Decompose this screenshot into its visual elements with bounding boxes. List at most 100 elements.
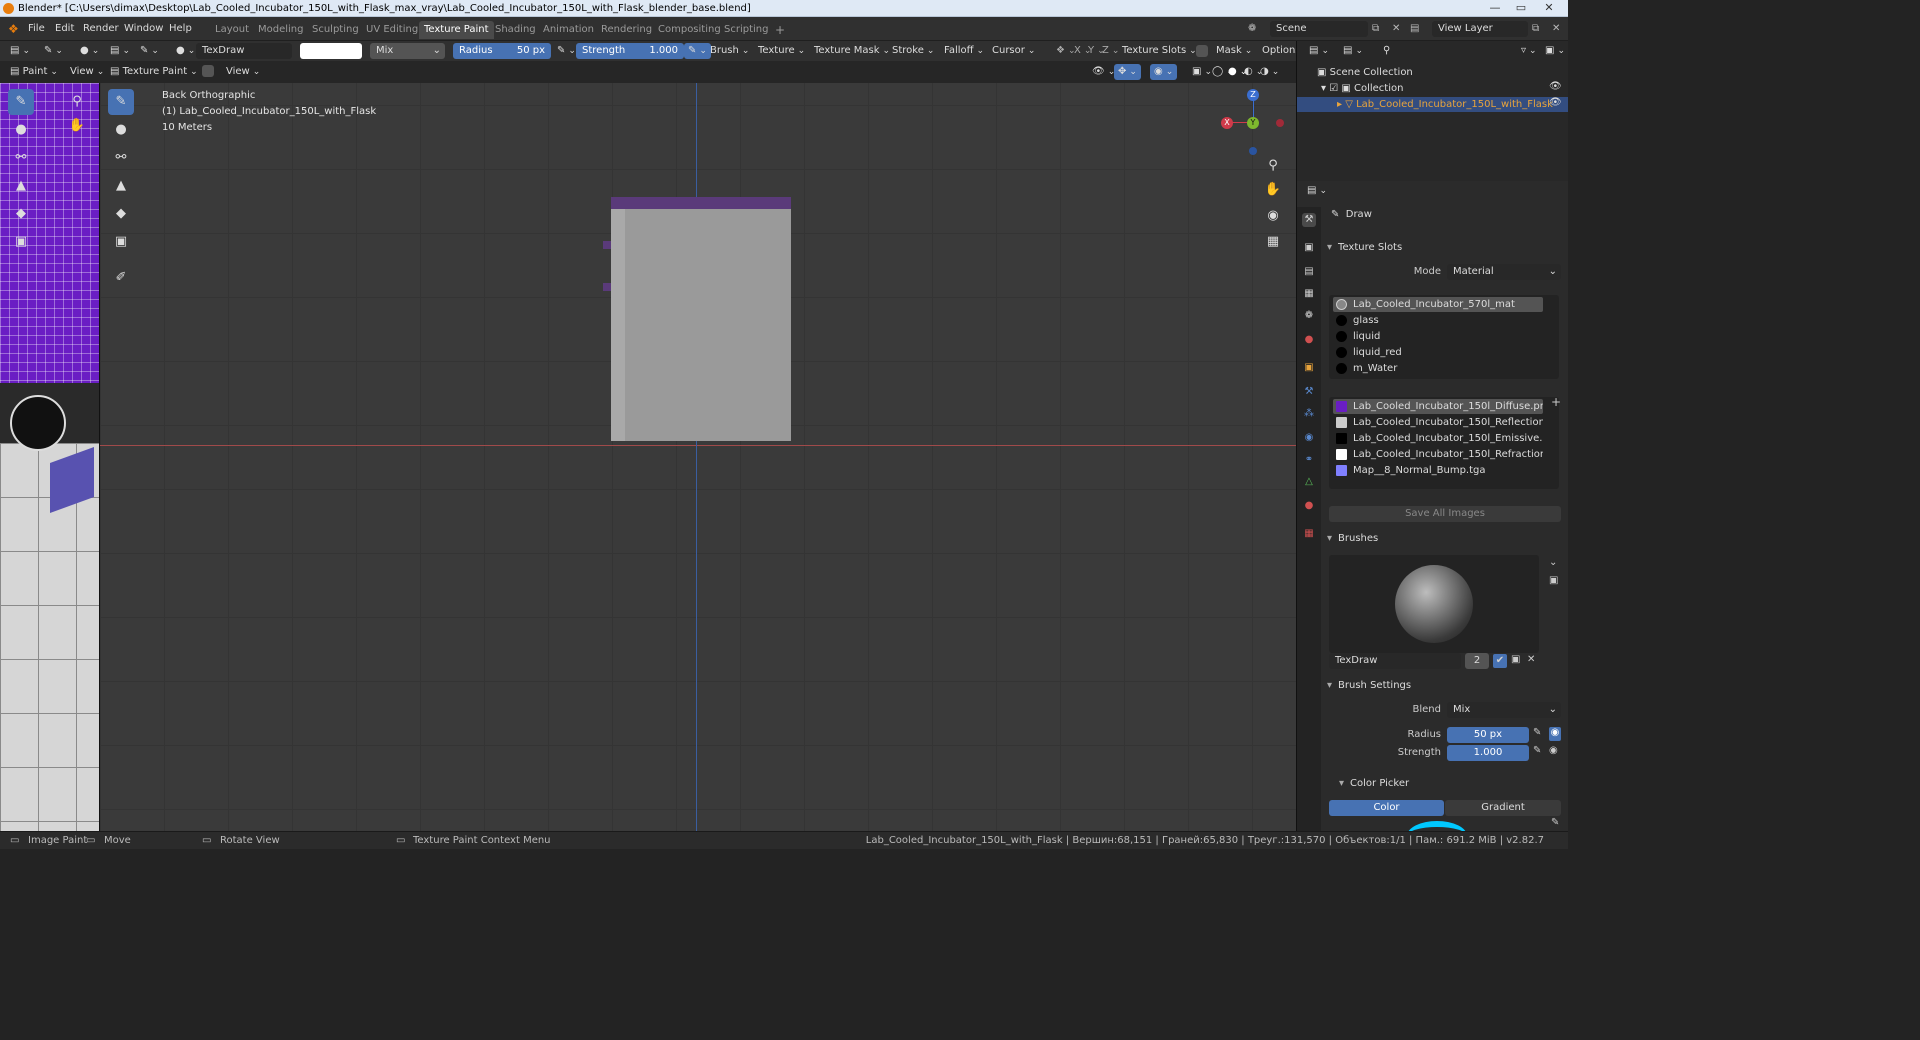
brushes-panel-header[interactable]: Brushes (1327, 533, 1378, 544)
gizmo-x-axis[interactable]: X (1221, 117, 1233, 129)
mask-popover[interactable]: Mask (1212, 43, 1256, 59)
menu-stroke[interactable]: Stroke (888, 43, 938, 59)
paint-mode-icon[interactable]: ▤ (106, 43, 134, 59)
menu-texture[interactable]: Texture (754, 43, 809, 59)
color-tab[interactable]: Color (1329, 800, 1444, 816)
menu-falloff[interactable]: Falloff (940, 43, 988, 59)
pan-view-icon[interactable]: ✋ (1262, 179, 1284, 201)
tab-scene-icon[interactable]: ❁ (1302, 309, 1316, 323)
menu-texture-mask[interactable]: Texture Mask (810, 43, 894, 59)
vp-tool-smear-icon[interactable]: ⚯ (108, 145, 134, 171)
tool-mask-icon[interactable]: ▣ (8, 229, 34, 255)
new-collection-icon[interactable]: ▣ (1545, 43, 1565, 59)
close-button[interactable]: ✕ (1536, 1, 1562, 15)
menu-file[interactable]: File (28, 21, 45, 37)
tab-data-icon[interactable]: △ (1302, 475, 1316, 489)
tool-draw-icon[interactable]: ✎ (8, 89, 34, 115)
vp-tool-annotate-icon[interactable]: ✐ (108, 265, 134, 291)
list-item[interactable]: Lab_Cooled_Incubator_570l_mat (1333, 297, 1543, 312)
vp-tool-fill-icon[interactable]: ◆ (108, 201, 134, 227)
navigation-gizmo[interactable]: Z Y X (1221, 89, 1288, 155)
list-item[interactable]: Lab_Cooled_Incubator_150l_Refraction_in.… (1333, 447, 1543, 462)
tab-uv-editing[interactable]: UV Editing (361, 21, 423, 39)
list-item[interactable]: Map__8_Normal_Bump.tga (1333, 463, 1543, 478)
scene-icon[interactable]: ❁ (1248, 21, 1256, 37)
editor-type-icon[interactable]: ▤ (6, 43, 34, 59)
tab-sculpting[interactable]: Sculpting (307, 21, 364, 39)
gizmo-toggle-icon[interactable]: ✥ (1114, 64, 1141, 80)
tab-shading[interactable]: Shading (490, 21, 541, 39)
tab-rendering[interactable]: Rendering (596, 21, 657, 39)
tool-soften-icon[interactable]: ● (8, 117, 34, 143)
delete-view-layer-icon[interactable]: ✕ (1552, 21, 1560, 37)
texture-slots-panel-header[interactable]: Texture Slots (1327, 242, 1402, 253)
menu-edit[interactable]: Edit (55, 21, 74, 37)
tab-modifiers-icon[interactable]: ⚒ (1302, 385, 1316, 399)
outliner-display-icon[interactable]: ▤ (1339, 43, 1367, 59)
gizmo-z-axis[interactable]: Z (1247, 89, 1259, 101)
gizmo-neg-x[interactable] (1276, 119, 1284, 127)
radius-pressure-icon[interactable]: ✎ (1533, 727, 1541, 738)
mask-checkbox[interactable] (1196, 45, 1208, 57)
tab-texture-icon[interactable]: ▦ (1302, 527, 1316, 541)
view-layer-icon[interactable]: ▤ (1410, 21, 1419, 37)
new-view-layer-icon[interactable]: ⧉ (1532, 21, 1539, 37)
tab-world-icon[interactable]: ● (1302, 333, 1316, 347)
outliner-object-row[interactable]: ▸ ▽ Lab_Cooled_Incubator_150L_with_Flask (1297, 97, 1568, 112)
menu-window[interactable]: Window (124, 21, 163, 37)
zoom-icon[interactable]: ⚲ (66, 89, 88, 115)
duplicate-brush-icon[interactable]: ▣ (1511, 654, 1520, 665)
view-layer-selector[interactable]: View Layer (1432, 21, 1528, 37)
tool-fill-icon[interactable]: ◆ (8, 201, 34, 227)
tab-particles-icon[interactable]: ⁂ (1302, 407, 1316, 421)
save-all-images-button[interactable]: Save All Images (1329, 506, 1561, 522)
brush-preview[interactable] (1329, 555, 1539, 653)
outliner-search-input[interactable]: ⚲ (1377, 43, 1505, 59)
outliner-collection[interactable]: ▾ ☑ ▣ Collection (1321, 81, 1403, 96)
vp-tool-soften-icon[interactable]: ● (108, 117, 134, 143)
minimize-button[interactable]: — (1482, 1, 1508, 15)
tab-scripting[interactable]: Scripting (719, 21, 773, 39)
tab-compositing[interactable]: Compositing (653, 21, 726, 39)
filter-icon[interactable]: ▿ (1517, 43, 1541, 59)
brush-image-icon[interactable]: ▣ (1549, 575, 1558, 586)
object-visibility-icon[interactable]: 👁 (1549, 97, 1562, 108)
image-editor-mode[interactable]: ▤ Paint (6, 64, 62, 80)
brush-settings-panel-header[interactable]: Brush Settings (1327, 680, 1411, 691)
gizmo-y-axis[interactable]: Y (1247, 117, 1259, 129)
outliner-scene-collection[interactable]: ▣ Scene Collection (1317, 65, 1413, 80)
tab-texture-paint[interactable]: Texture Paint (419, 21, 494, 39)
tab-animation[interactable]: Animation (538, 21, 599, 39)
strength-unit-icon[interactable]: ◉ (1549, 745, 1558, 756)
ortho-grid-icon[interactable]: ▦ (1262, 231, 1284, 253)
texture-slots-popover[interactable]: Texture Slots (1118, 43, 1201, 59)
list-item[interactable]: Lab_Cooled_Incubator_150l_Reflection.png (1333, 415, 1543, 430)
properties-editor-icon[interactable]: ▤ (1303, 183, 1331, 199)
new-scene-icon[interactable]: ⧉ (1372, 21, 1379, 37)
tab-render-icon[interactable]: ▣ (1302, 241, 1316, 255)
list-item[interactable]: m_Water (1333, 361, 1543, 376)
texture-mode-select[interactable]: Material ⌄ (1447, 264, 1561, 280)
tab-material-icon[interactable]: ● (1302, 499, 1316, 513)
radius-field[interactable]: Radius 50 px (453, 43, 551, 59)
viewport-view-menu[interactable]: View (222, 64, 264, 80)
strength-pressure-icon[interactable]: ✎ (1533, 745, 1541, 756)
tab-modeling[interactable]: Modeling (253, 21, 309, 39)
tab-output-icon[interactable]: ▤ (1302, 265, 1316, 279)
add-image-icon[interactable]: + (1551, 395, 1561, 409)
gizmo-neg-z[interactable] (1249, 147, 1257, 155)
brush-color-swatch[interactable] (300, 43, 362, 59)
image-editor-area[interactable]: ✎ ● ⚯ ▲ ◆ ▣ ⚲ ✋ (0, 83, 100, 831)
menu-cursor[interactable]: Cursor (988, 43, 1039, 59)
tab-constraints-icon[interactable]: ⚭ (1302, 453, 1316, 467)
tab-view-layer-icon[interactable]: ▦ (1302, 287, 1316, 301)
add-workspace-icon[interactable]: + (770, 21, 790, 39)
color-picker-panel-header[interactable]: Color Picker (1339, 778, 1409, 789)
gradient-tab[interactable]: Gradient (1445, 800, 1561, 816)
brush-list-expand-icon[interactable]: ⌄ (1549, 557, 1557, 568)
3d-viewport[interactable]: ✎ ● ⚯ ▲ ◆ ▣ ✐ Back Orthographic (1) Lab_… (100, 83, 1296, 831)
list-item[interactable]: liquid_red (1333, 345, 1543, 360)
strength-slider[interactable]: 1.000 (1447, 745, 1529, 761)
tab-tool-icon[interactable]: ⚒ (1302, 213, 1316, 227)
viewport-mode-select[interactable]: ▤ Texture Paint (106, 64, 202, 80)
